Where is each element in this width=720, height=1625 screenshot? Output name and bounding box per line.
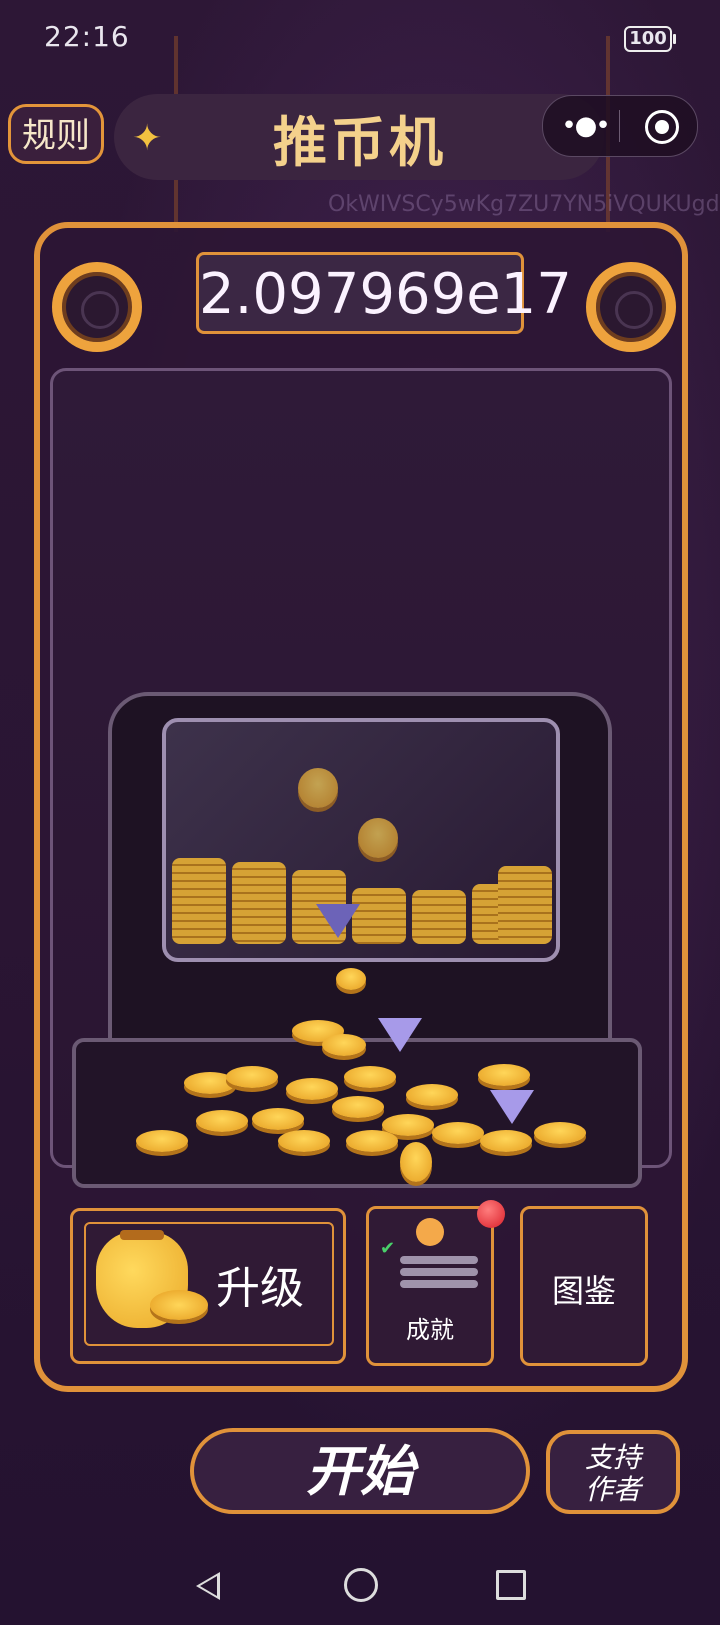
coin xyxy=(136,1130,188,1152)
coin xyxy=(322,1034,366,1056)
coin-stack xyxy=(232,862,286,944)
list-line xyxy=(400,1280,478,1288)
coin xyxy=(344,1066,396,1088)
achievement-medal-dot xyxy=(416,1218,444,1246)
coin xyxy=(406,1084,458,1106)
watermark: OkWIVSCy5wKg7ZU7YN5iVQUKUgdI2Yp xyxy=(328,192,720,217)
coin xyxy=(400,1142,432,1182)
status-time: 22:16 xyxy=(44,20,130,53)
recent-apps-icon[interactable] xyxy=(496,1570,526,1600)
coin xyxy=(480,1130,532,1152)
start-button[interactable]: 开始 xyxy=(190,1428,530,1514)
upgrade-label: 升级 xyxy=(216,1263,304,1314)
coin xyxy=(226,1066,278,1088)
coin xyxy=(196,1110,248,1132)
machine-light-icon xyxy=(52,262,142,352)
support-label-line2: 作者 xyxy=(584,1473,641,1506)
coin xyxy=(336,968,366,990)
coin-stack xyxy=(352,888,406,944)
gem-icon xyxy=(378,1018,422,1052)
list-line xyxy=(400,1268,478,1276)
target-icon[interactable] xyxy=(645,110,679,144)
coin-bag-tie xyxy=(120,1230,164,1240)
falling-coin xyxy=(358,818,398,858)
coin xyxy=(332,1096,384,1118)
achievements-label: 成就 xyxy=(406,1316,454,1344)
coin-stack xyxy=(498,866,552,944)
coin xyxy=(286,1078,338,1100)
gem-icon xyxy=(316,904,360,938)
back-icon[interactable] xyxy=(196,1572,220,1600)
support-label-line1: 支持 xyxy=(584,1441,641,1474)
coin xyxy=(278,1130,330,1152)
checkmark-icon: ✔ xyxy=(380,1238,396,1259)
coin-stack xyxy=(412,890,466,944)
coin-stack xyxy=(172,858,226,944)
notification-badge xyxy=(477,1200,505,1228)
coin xyxy=(346,1130,398,1152)
home-icon[interactable] xyxy=(344,1568,378,1602)
falling-coin xyxy=(298,768,338,808)
catalog-label: 图鉴 xyxy=(551,1272,616,1310)
support-author-button[interactable]: 支持 作者 xyxy=(546,1430,680,1514)
coin xyxy=(252,1108,304,1130)
capsule-divider xyxy=(619,110,620,142)
coin xyxy=(478,1064,530,1086)
mini-program-capsule: •●• xyxy=(542,95,698,157)
coin-icon xyxy=(150,1290,208,1320)
list-line xyxy=(400,1256,478,1264)
battery-icon: 100 xyxy=(624,26,676,52)
status-bar: 22:16 100 xyxy=(0,0,720,72)
coin xyxy=(432,1122,484,1144)
more-dots-icon[interactable]: •●• xyxy=(561,110,610,142)
coin xyxy=(534,1122,586,1144)
gem-icon xyxy=(490,1090,534,1124)
system-nav-bar xyxy=(0,1560,720,1625)
coin-counter: 2.097969e17 xyxy=(196,252,572,334)
achievement-list-icon: ✔ xyxy=(380,1218,484,1288)
machine-light-icon xyxy=(586,262,676,352)
